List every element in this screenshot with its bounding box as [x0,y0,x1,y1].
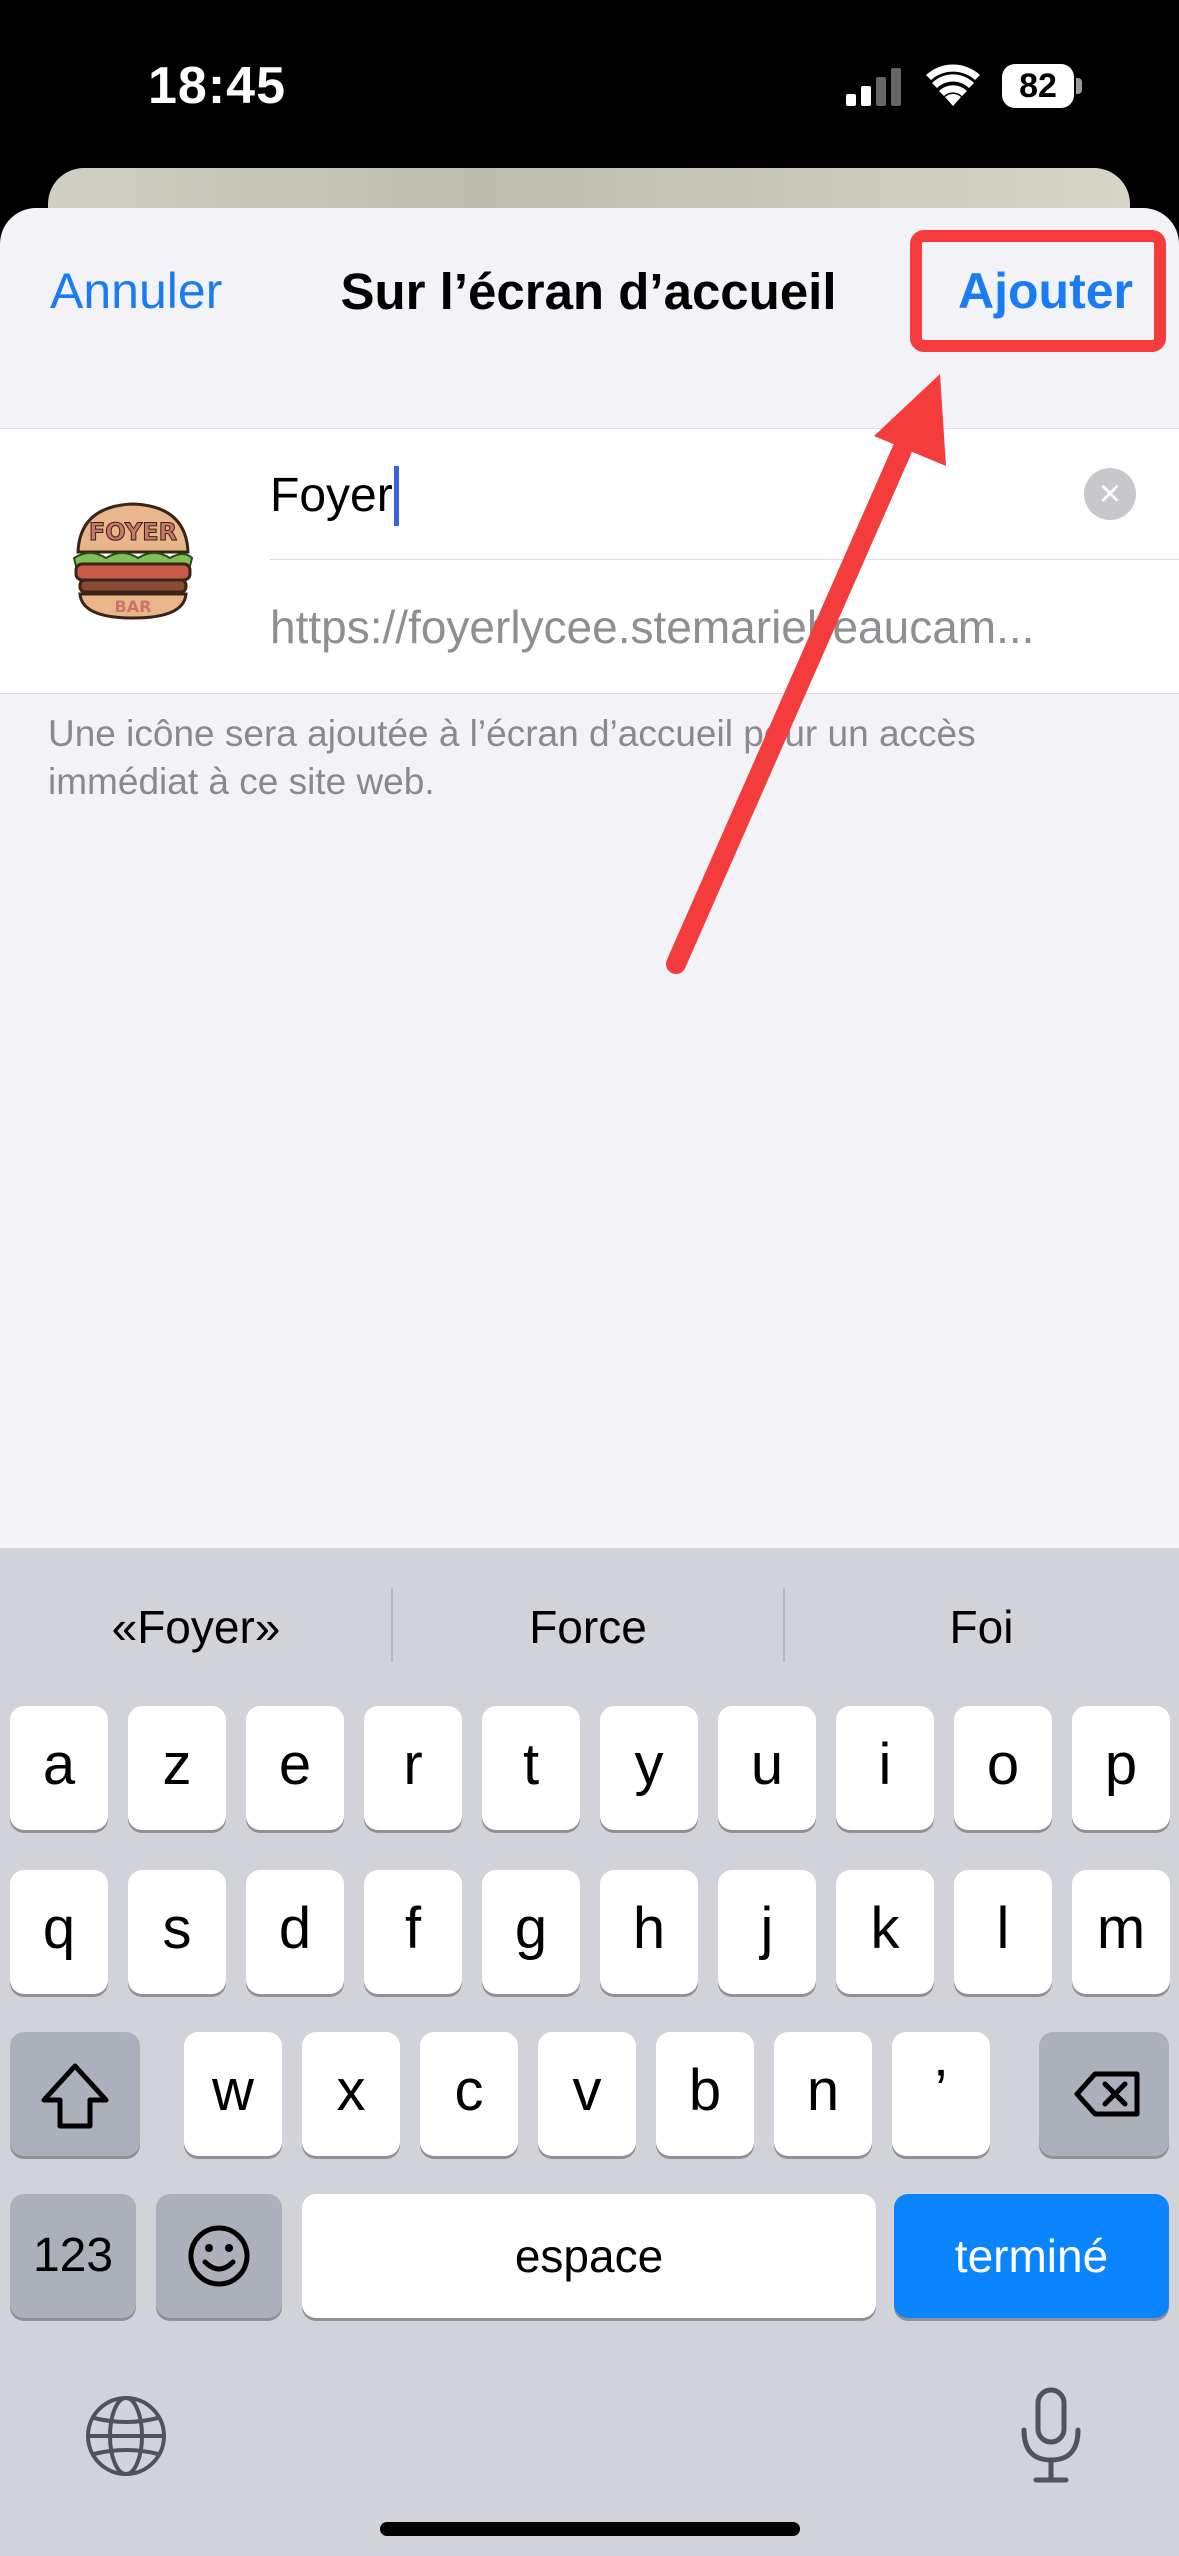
suggestion-2[interactable]: Force [392,1600,784,1660]
key[interactable]: j [718,1870,816,1994]
key[interactable]: c [420,2032,518,2156]
key[interactable]: l [954,1870,1052,1994]
status-time: 18:45 [148,57,286,115]
key[interactable]: h [600,1870,698,1994]
emoji-key[interactable] [156,2194,282,2318]
key[interactable]: z [128,1706,226,1830]
app-icon: FOYER BAR [72,502,194,620]
key[interactable]: b [656,2032,754,2156]
done-key[interactable]: terminé [894,2194,1169,2318]
svg-text:FOYER: FOYER [89,518,177,546]
shift-key[interactable] [10,2032,140,2156]
key[interactable]: q [10,1870,108,1994]
key[interactable]: i [836,1706,934,1830]
key[interactable]: p [1072,1706,1170,1830]
signal-icon [846,68,901,106]
suggestion-1[interactable]: «Foyer» [0,1600,392,1660]
key[interactable]: g [482,1870,580,1994]
key[interactable]: d [246,1870,344,1994]
name-field[interactable]: Foyer [270,468,393,523]
suggestion-3[interactable]: Foi [784,1600,1179,1660]
microphone-icon[interactable] [1016,2386,1086,2486]
globe-icon[interactable] [84,2394,168,2478]
key[interactable]: w [184,2032,282,2156]
home-indicator [380,2522,800,2536]
space-key[interactable]: espace [302,2194,876,2318]
key[interactable]: m [1072,1870,1170,1994]
key[interactable]: s [128,1870,226,1994]
delete-key[interactable] [1039,2032,1169,2156]
key[interactable]: v [538,2032,636,2156]
annotation-highlight-box [910,230,1166,352]
key[interactable]: a [10,1706,108,1830]
key[interactable]: y [600,1706,698,1830]
battery-tip [1076,78,1082,94]
emoji-icon [188,2225,250,2287]
key[interactable]: t [482,1706,580,1830]
key[interactable]: f [364,1870,462,1994]
wifi-icon [926,64,980,106]
clear-icon[interactable]: × [1084,468,1136,520]
text-cursor [394,466,399,526]
key[interactable]: u [718,1706,816,1830]
key[interactable]: o [954,1706,1052,1830]
key[interactable]: n [774,2032,872,2156]
svg-text:BAR: BAR [115,597,152,616]
sheet-title-text: Sur l’écran d’accueil [340,263,837,320]
annotation-arrow [666,374,946,974]
numbers-key[interactable]: 123 [10,2194,136,2318]
key[interactable]: r [364,1706,462,1830]
shift-icon [41,2063,109,2129]
key[interactable]: e [246,1706,344,1830]
delete-icon [1074,2071,1140,2117]
key[interactable]: x [302,2032,400,2156]
key[interactable]: ’ [892,2032,990,2156]
battery-icon: 82 [1002,64,1074,108]
key[interactable]: k [836,1870,934,1994]
